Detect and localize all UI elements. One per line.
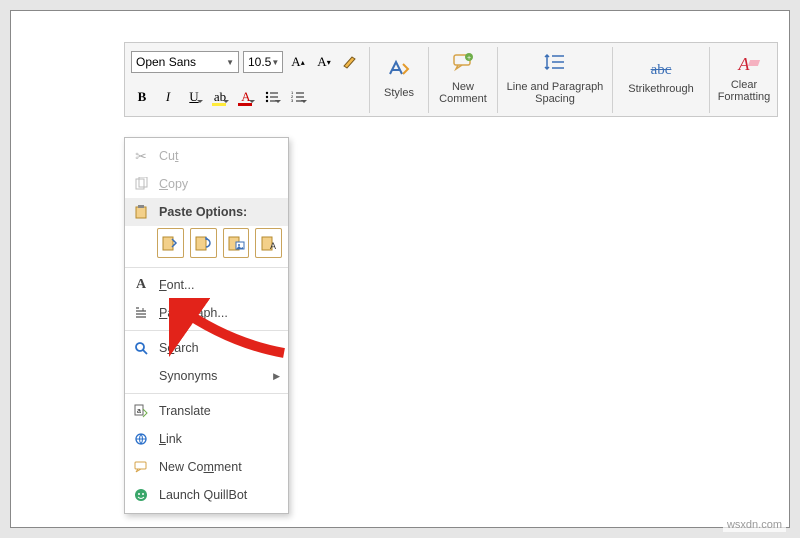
menu-link[interactable]: Link [125,425,288,453]
menu-synonyms-label: Synonyms [159,369,217,383]
menu-new-comment-label: New Comment [159,460,242,474]
menu-copy-label: Copy [159,177,188,191]
menu-separator [125,330,288,331]
font-row-bottom: B I U ab A 123 [131,80,361,115]
watermark: wsxdn.com [723,518,786,532]
ribbon: Open Sans ▼ 10.5 ▼ A▴ A▾ B I U ab [124,42,778,117]
menu-separator [125,267,288,268]
styles-label: Styles [384,87,414,99]
bullets-button[interactable] [261,86,283,108]
separator [369,47,370,113]
menu-launch-quillbot[interactable]: Launch QuillBot [125,481,288,509]
menu-new-comment[interactable]: New Comment [125,453,288,481]
menu-paste-options-label: Paste Options: [159,205,247,219]
cut-icon: ✂ [133,148,149,165]
menu-paragraph-label: Paragraph... [159,306,228,320]
svg-text:3: 3 [291,98,294,103]
quillbot-icon [133,488,149,502]
separator [612,47,613,113]
font-group: Open Sans ▼ 10.5 ▼ A▴ A▾ B I U ab [125,43,367,116]
menu-copy: Copy [125,170,288,198]
copy-icon [133,177,149,191]
line-spacing-icon [543,52,567,77]
shrink-font-button[interactable]: A▾ [313,51,335,73]
paste-keep-source-button[interactable] [157,228,184,258]
highlighter-button[interactable] [339,51,361,73]
strikethrough-icon: abc [651,62,672,79]
italic-button[interactable]: I [157,86,179,108]
line-spacing-button[interactable]: Line and Paragraph Spacing [500,43,610,113]
separator [428,47,429,113]
menu-paragraph[interactable]: Paragraph... [125,299,288,327]
menu-link-label: Link [159,432,182,446]
strikethrough-button[interactable]: abc Strikethrough [615,43,707,113]
font-name-value: Open Sans [136,55,196,69]
comment-icon: + [452,52,474,77]
menu-translate[interactable]: a Translate [125,397,288,425]
menu-cut: ✂ Cut [125,142,288,170]
chevron-down-icon: ▼ [226,58,234,67]
font-size-combo[interactable]: 10.5 ▼ [243,51,283,73]
new-comment-button[interactable]: + New Comment [431,43,495,113]
menu-paste-options-header: Paste Options: [125,198,288,226]
menu-search[interactable]: Search [125,334,288,362]
font-name-combo[interactable]: Open Sans ▼ [131,51,239,73]
grow-font-button[interactable]: A▴ [287,51,309,73]
app-frame: Open Sans ▼ 10.5 ▼ A▴ A▾ B I U ab [10,10,790,528]
strikethrough-label: Strikethrough [628,83,693,95]
paste-options-row: A [125,226,288,264]
menu-font-label: Font... [159,278,194,292]
paste-merge-button[interactable] [190,228,217,258]
separator [497,47,498,113]
svg-text:+: + [467,55,471,62]
search-icon [133,341,149,355]
styles-icon [388,58,410,83]
paste-icon [133,205,149,219]
svg-text:A: A [270,241,276,251]
underline-button[interactable]: U [183,86,205,108]
context-menu: ✂ Cut Copy Paste Options: [124,137,289,514]
paste-picture-button[interactable] [223,228,250,258]
line-spacing-label: Line and Paragraph Spacing [507,81,604,105]
paragraph-icon [133,306,149,320]
menu-cut-label: Cut [159,149,178,163]
bold-button[interactable]: B [131,86,153,108]
svg-text:a: a [137,408,141,415]
link-icon [133,432,149,446]
new-comment-label: New Comment [439,81,487,105]
menu-translate-label: Translate [159,404,211,418]
clear-formatting-label: Clear Formatting [718,79,771,103]
translate-icon: a [133,404,149,418]
font-size-value: 10.5 [248,55,271,69]
comment-icon [133,460,149,474]
font-row-top: Open Sans ▼ 10.5 ▼ A▴ A▾ [131,45,361,80]
font-color-button[interactable]: A [235,86,257,108]
chevron-down-icon: ▼ [271,58,279,67]
paste-text-only-button[interactable]: A [255,228,282,258]
numbering-button[interactable]: 123 [287,86,309,108]
menu-separator [125,393,288,394]
menu-synonyms[interactable]: Synonyms ▶ [125,362,288,390]
menu-search-label: Search [159,341,199,355]
clear-formatting-button[interactable]: A Clear Formatting [712,43,776,113]
text-highlight-color-button[interactable]: ab [209,86,231,108]
font-icon: A [133,277,149,293]
clear-formatting-icon: A [739,54,750,75]
separator [709,47,710,113]
menu-font[interactable]: A Font... [125,271,288,299]
chevron-right-icon: ▶ [273,371,280,382]
menu-launch-quillbot-label: Launch QuillBot [159,488,247,502]
styles-button[interactable]: Styles [372,43,426,113]
